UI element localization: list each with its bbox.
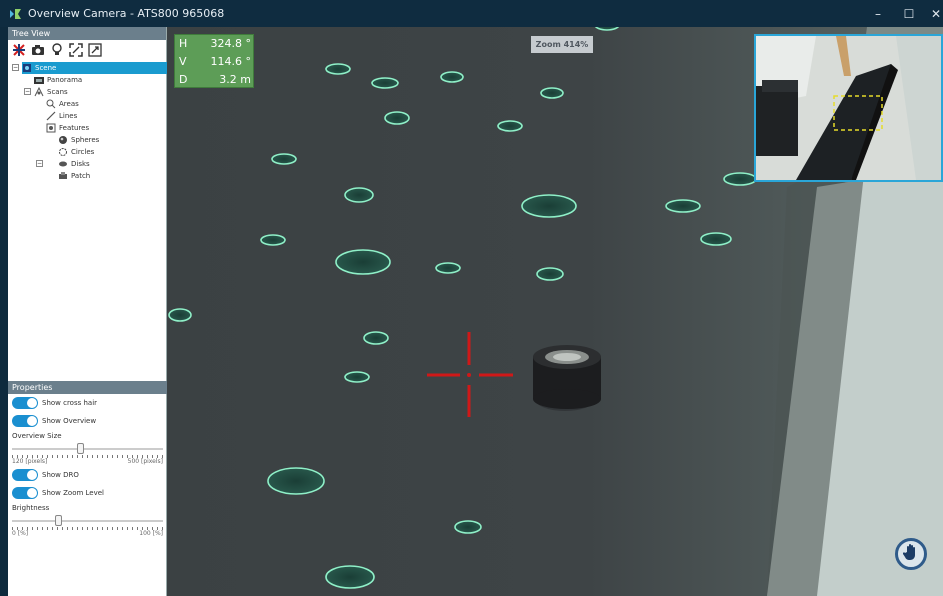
panorama-icon [34,75,44,85]
dro-h-row: H 324.8 ° [179,35,251,52]
show-dro-toggle[interactable] [12,469,38,481]
overview-size-label: Overview Size [12,432,62,440]
hand-icon [902,543,919,565]
disks-icon [58,159,68,169]
minimize-button[interactable]: – [861,0,895,27]
tree-item-panorama[interactable]: Panorama [34,74,82,86]
show-zoom-level-toggle[interactable] [12,487,38,499]
show-cross-hair-row: Show cross hair [8,394,167,412]
brightness-slider[interactable]: 0 [%] 100 [%] [12,514,163,538]
dro-h-value: 324.8 ° [210,37,252,50]
tree-item-patch[interactable]: Patch [58,170,90,182]
tree-view: − Scene Panorama − Scans Areas Lines − F… [8,60,174,395]
patch-icon [58,171,68,181]
circles-icon [58,147,68,157]
title-bar: Overview Camera - ATS800 965068 – ☐ ✕ [0,0,943,27]
show-overview-row: Show Overview [8,412,167,430]
show-dro-row: Show DRO [8,466,167,484]
bulb-icon[interactable] [50,43,64,57]
slider-thumb[interactable] [55,515,62,526]
tree-item-circles[interactable]: Circles [58,146,94,158]
brightness-min: 0 [%] [12,530,29,537]
zoom-level-badge: Zoom 414% [531,36,593,53]
scans-icon [34,87,44,97]
lines-icon [46,111,56,121]
show-overview-toggle[interactable] [12,415,38,427]
overview-inset[interactable] [754,34,943,182]
app-camera-icon [8,7,22,21]
dro-d-label: D [179,73,188,86]
properties-header: Properties [8,381,167,394]
expand-icon[interactable] [88,43,102,57]
dro-d-row: D 3.2 m [179,71,251,88]
close-button[interactable]: ✕ [919,0,943,27]
tree-item-areas[interactable]: Areas [46,98,79,110]
overview-image [756,36,941,180]
show-zoom-level-row: Show Zoom Level [8,484,167,502]
properties-panel: Properties Show cross hair Show Overview… [8,381,167,538]
tree-item-scene[interactable]: Scene [22,62,174,74]
slider-track [12,448,163,450]
tree-item-lines[interactable]: Lines [46,110,77,122]
spheres-icon [58,135,68,145]
dro-v-value: 114.6 ° [210,55,252,68]
show-cross-hair-toggle[interactable] [12,397,38,409]
collapse-icon[interactable]: − [36,160,43,167]
scene-icon [22,63,32,73]
dro-panel: H 324.8 ° V 114.6 ° D 3.2 m [174,34,254,88]
dro-v-label: V [179,55,187,68]
areas-icon [46,99,56,109]
tree-item-scans[interactable]: Scans [34,86,68,98]
dro-h-label: H [179,37,188,50]
slider-thumb[interactable] [77,443,84,454]
collapse-icon[interactable]: − [12,64,19,71]
tree-toolbar [8,40,166,60]
show-overview-label: Show Overview [42,417,97,425]
window-title: Overview Camera - ATS800 965068 [28,7,225,20]
overview-size-max: 500 [pixels] [127,458,163,465]
tree-item-features[interactable]: Features [46,122,89,134]
overview-size-slider[interactable]: 120 [pixels] 500 [pixels] [12,442,163,466]
collapse-icon[interactable]: − [24,88,31,95]
tree-item-disks[interactable]: Disks [58,158,90,170]
brightness-max: 100 [%] [139,530,163,537]
tree-view-header: Tree View [8,27,166,40]
slider-track [12,520,163,522]
scene-cross-icon[interactable] [12,43,26,57]
dro-d-value: 3.2 m [219,73,251,86]
camera-icon[interactable] [31,43,45,57]
camera-viewport[interactable]: H 324.8 ° V 114.6 ° D 3.2 m Zoom 414% [167,27,943,596]
show-zoom-level-label: Show Zoom Level [42,489,104,497]
brightness-label: Brightness [12,504,50,512]
show-dro-label: Show DRO [42,471,79,479]
show-cross-hair-label: Show cross hair [42,399,98,407]
tree-item-spheres[interactable]: Spheres [58,134,99,146]
reflector-object [533,345,601,411]
features-icon [46,123,56,133]
overview-size-min: 120 [pixels] [12,458,48,465]
fit-view-icon[interactable] [69,43,83,57]
left-panel: Tree View − Scene Panorama − Scans Areas… [8,27,174,596]
pan-hand-button[interactable] [895,538,927,570]
dro-v-row: V 114.6 ° [179,53,251,70]
